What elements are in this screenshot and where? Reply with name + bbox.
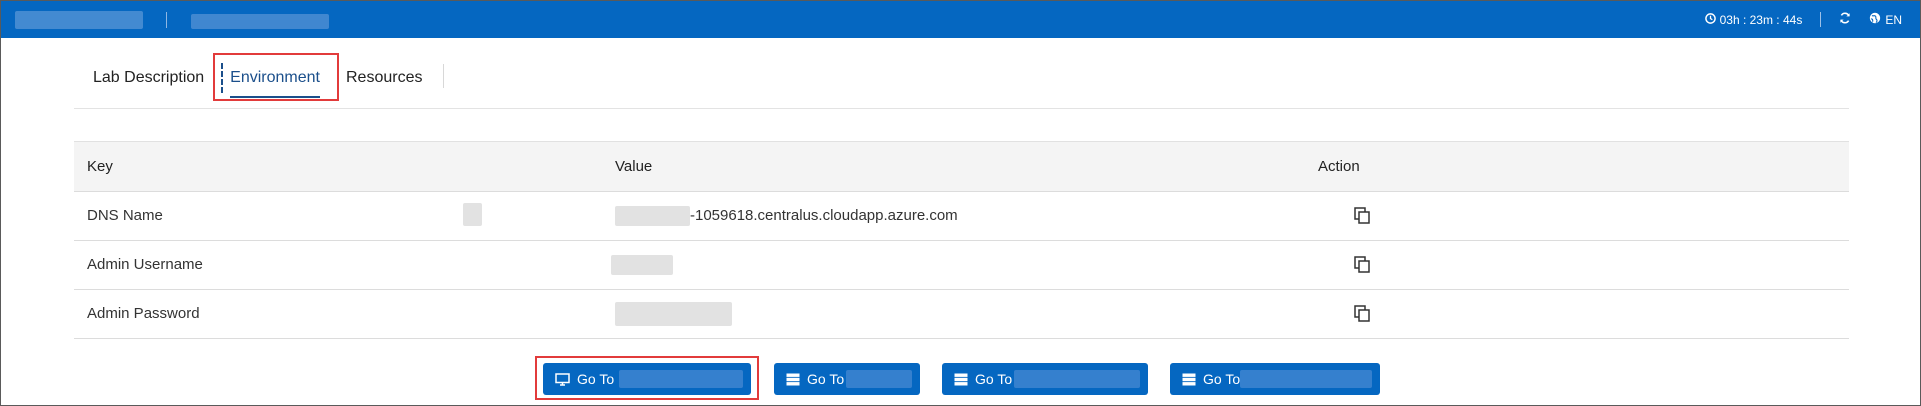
server-icon (1182, 373, 1196, 386)
row-value: -1059618.centralus.cloudapp.azure.com (690, 207, 958, 224)
redacted-value (615, 302, 732, 326)
row-key: Admin Password (87, 305, 200, 322)
topbar-right: 03h : 23m : 44s EN (1704, 1, 1902, 38)
redacted-block (463, 203, 482, 226)
tab-lab-description[interactable]: Lab Description (93, 69, 217, 87)
redacted-target (1014, 370, 1140, 388)
redacted-value (615, 206, 690, 226)
go-to-button-1[interactable]: Go To (774, 363, 920, 395)
topbar-divider (166, 12, 167, 28)
button-label: Go To (807, 371, 845, 387)
tab-label: Resources (346, 69, 423, 86)
redacted-target (1240, 370, 1372, 388)
globe-icon (1869, 12, 1881, 27)
lab-title (191, 14, 329, 29)
table-header: Key Value Action (74, 141, 1849, 192)
row-key: Admin Username (87, 256, 203, 273)
tab-divider (443, 64, 444, 88)
row-key: DNS Name (87, 207, 163, 224)
button-label: Go To (975, 371, 1013, 387)
refresh-icon[interactable] (1839, 12, 1851, 27)
highlight-box-go-to-button (535, 356, 759, 400)
button-label: Go To (1203, 371, 1241, 387)
server-icon (954, 373, 968, 386)
language-selector[interactable]: EN (1869, 12, 1902, 27)
copy-icon[interactable] (1354, 207, 1370, 224)
server-icon (786, 373, 800, 386)
go-to-button-3[interactable]: Go To (1170, 363, 1380, 395)
brand-logo (15, 11, 143, 29)
environment-table: Key Value Action DNS Name -1059618.centr… (74, 141, 1849, 339)
timer-text: 03h : 23m : 44s (1719, 12, 1803, 27)
top-bar: 03h : 23m : 44s EN (1, 1, 1920, 38)
app-frame: 03h : 23m : 44s EN Lab Description Envir… (0, 0, 1921, 406)
header-key: Key (87, 158, 113, 175)
action-buttons: Go To Go To Go To Go To (1, 363, 1920, 395)
timer: 03h : 23m : 44s (1704, 12, 1803, 27)
header-value: Value (615, 158, 653, 175)
table-row: DNS Name -1059618.centralus.cloudapp.azu… (74, 192, 1849, 241)
language-label: EN (1885, 12, 1902, 27)
go-to-button-2[interactable]: Go To (942, 363, 1148, 395)
tab-resources[interactable]: Resources (333, 69, 435, 87)
clock-icon (1704, 12, 1716, 27)
redacted-value (611, 255, 673, 275)
content-divider (74, 108, 1849, 109)
topbar-right-divider (1820, 12, 1822, 27)
copy-icon[interactable] (1354, 256, 1370, 273)
highlight-box-environment-tab (213, 53, 339, 101)
header-action: Action (1318, 158, 1360, 175)
table-row: Admin Password (74, 290, 1849, 339)
copy-icon[interactable] (1354, 305, 1370, 322)
redacted-target (846, 370, 912, 388)
table-row: Admin Username (74, 241, 1849, 290)
tab-label: Lab Description (93, 69, 205, 86)
